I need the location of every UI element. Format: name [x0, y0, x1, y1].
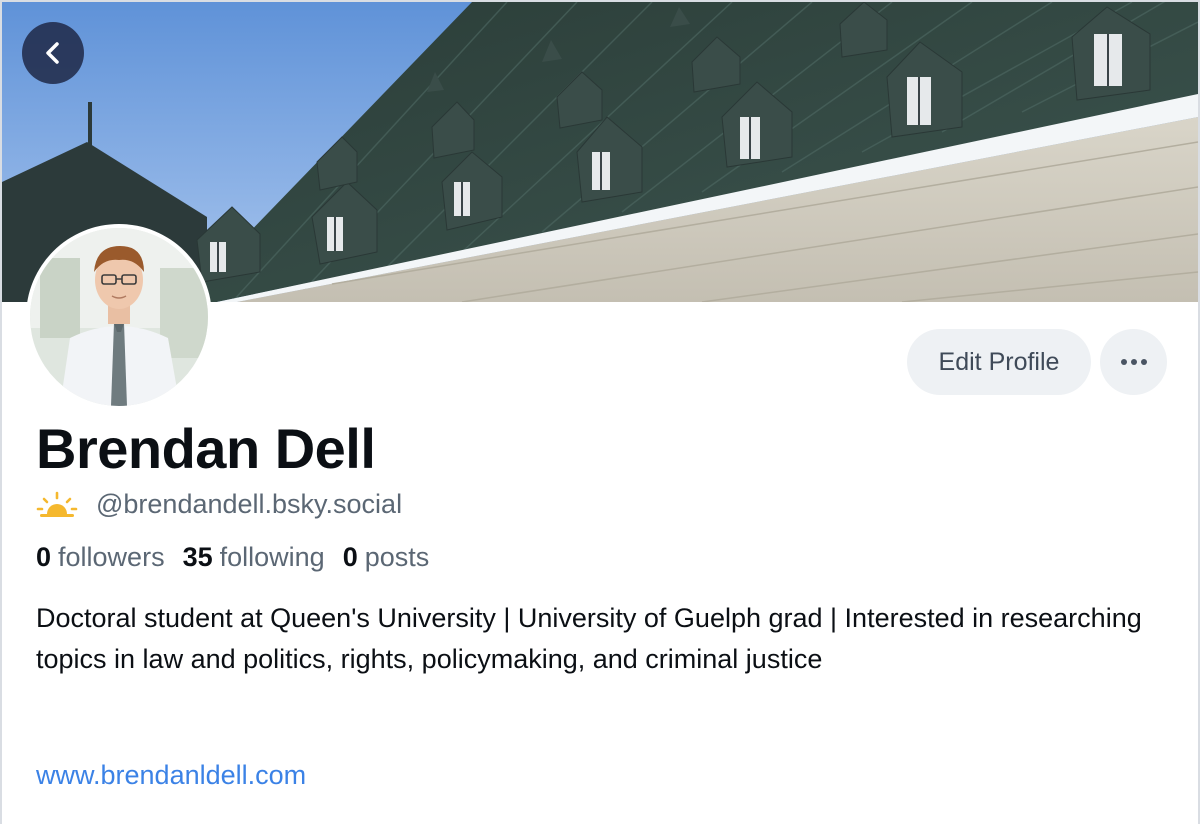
sun-icon — [36, 491, 78, 517]
more-options-button[interactable] — [1100, 329, 1167, 395]
handle-row: @brendandell.bsky.social — [36, 486, 402, 522]
edit-profile-button[interactable]: Edit Profile — [907, 329, 1091, 395]
back-button[interactable] — [22, 22, 84, 84]
following-count: 35 — [182, 542, 213, 572]
chevron-left-icon — [46, 42, 59, 64]
avatar[interactable] — [26, 224, 212, 410]
followers-stat[interactable]: 0 followers — [36, 542, 165, 573]
ellipsis-icon — [1120, 359, 1147, 365]
posts-stat: 0 posts — [343, 542, 430, 573]
handle[interactable]: @brendandell.bsky.social — [96, 489, 402, 520]
profile-bio: Doctoral student at Queen's University |… — [36, 603, 1142, 674]
following-label: following — [219, 542, 325, 572]
following-stat[interactable]: 35 following — [183, 542, 325, 573]
profile-page: Edit Profile Brendan Dell @brendandell.b… — [0, 0, 1200, 824]
website-link[interactable]: www.brendanldell.com — [36, 760, 306, 791]
followers-label: followers — [58, 542, 165, 572]
followers-count: 0 — [36, 542, 52, 572]
posts-label: posts — [364, 542, 430, 572]
profile-stats: 0 followers 35 following 0 posts — [36, 542, 447, 573]
edit-profile-label: Edit Profile — [938, 347, 1060, 376]
display-name: Brendan Dell — [36, 417, 376, 480]
posts-count: 0 — [342, 542, 358, 572]
avatar-photo — [30, 228, 208, 406]
